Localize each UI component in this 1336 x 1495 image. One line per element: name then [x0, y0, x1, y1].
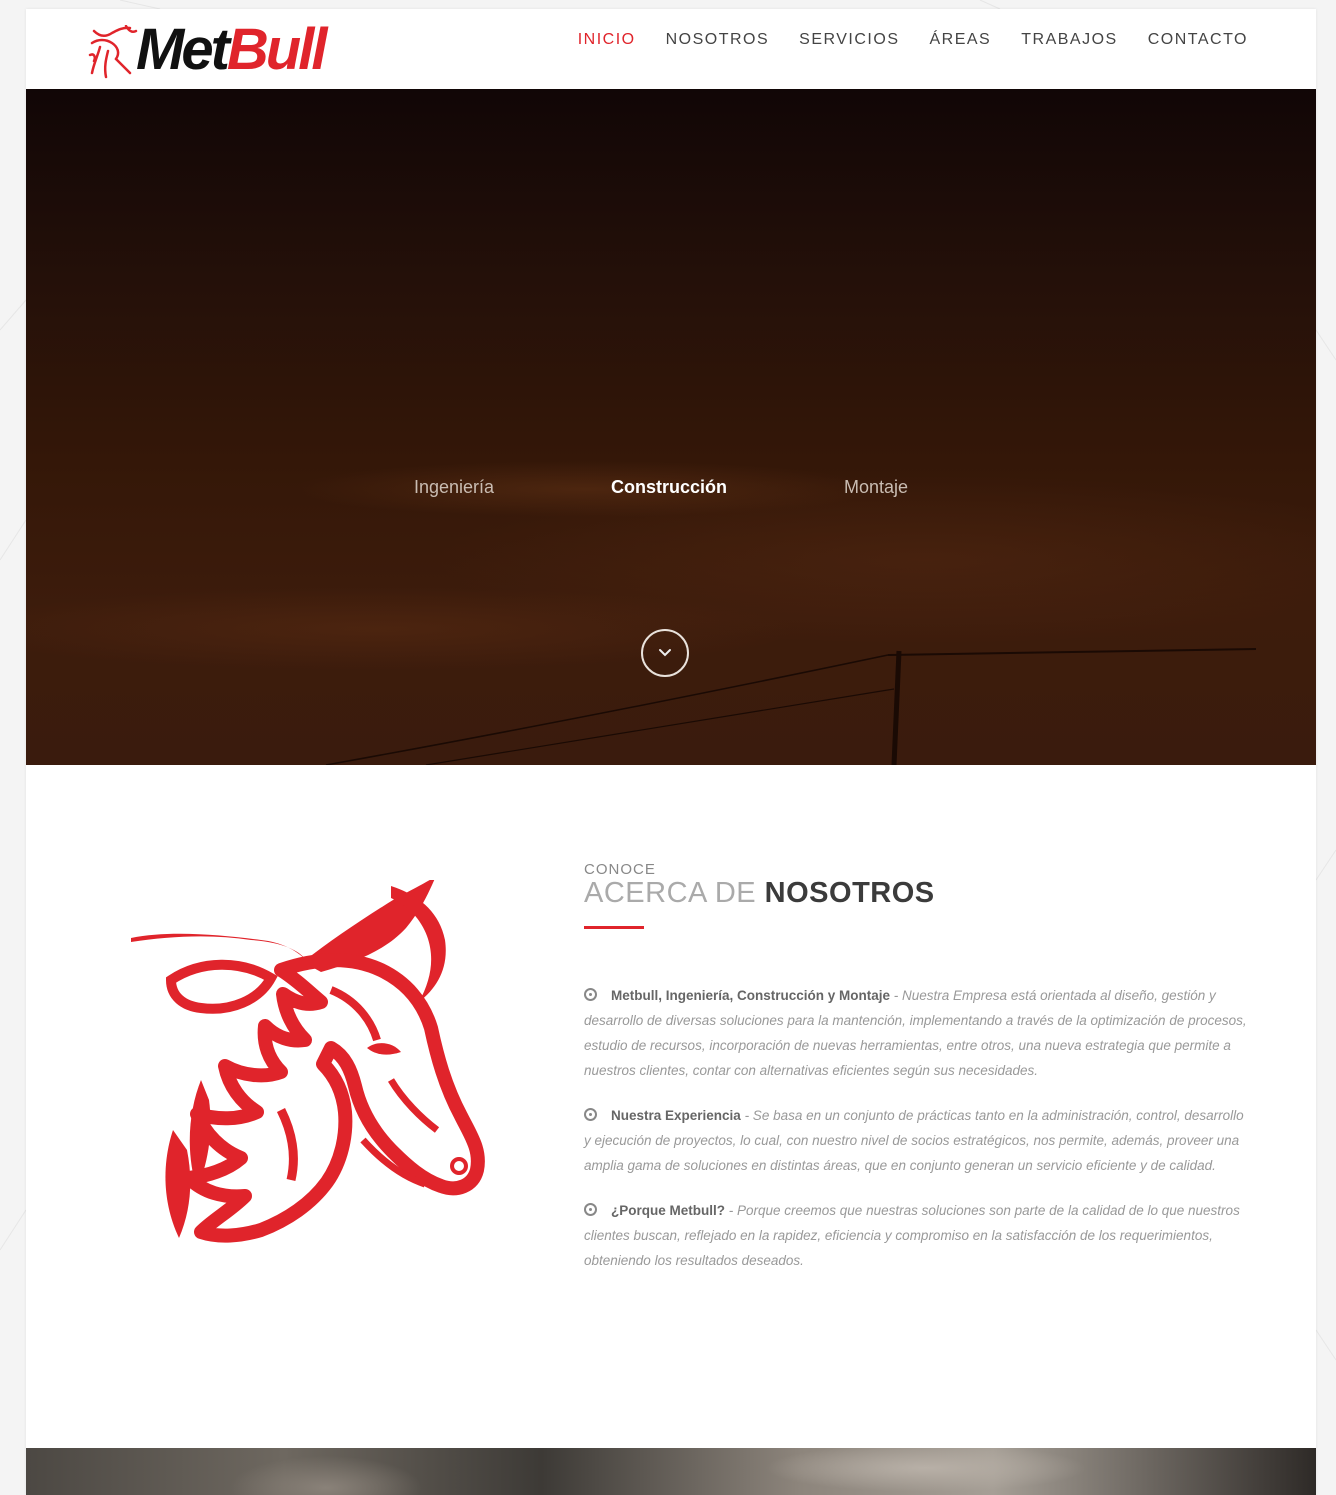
- bull-logo-icon: [88, 25, 138, 79]
- logo-text-bull: Bull: [226, 17, 328, 82]
- about-paragraph: Metbull, Ingeniería, Construcción y Mont…: [584, 983, 1254, 1083]
- target-icon: [584, 1203, 597, 1216]
- site-header: MetBull INICIO NOSOTROS SERVICIOS ÁREAS …: [26, 9, 1316, 89]
- hero-slide-tabs: Ingeniería Construcción Montaje: [26, 477, 1316, 507]
- about-title: ACERCA DE NOSOTROS: [584, 877, 935, 910]
- logo-text-met: Met: [136, 17, 230, 82]
- about-kicker: CONOCE: [584, 861, 656, 878]
- next-section-image: [26, 1448, 1316, 1495]
- about-title-bold: NOSOTROS: [764, 877, 935, 909]
- main-nav: INICIO NOSOTROS SERVICIOS ÁREAS TRABAJOS…: [578, 31, 1248, 49]
- scroll-down-button[interactable]: [641, 629, 689, 677]
- paragraph-lead: Nuestra Experiencia: [611, 1108, 741, 1123]
- nav-item-servicios[interactable]: SERVICIOS: [799, 31, 899, 49]
- bull-illustration: [131, 880, 485, 1243]
- chevron-down-icon: [659, 649, 671, 657]
- target-icon: [584, 1108, 597, 1121]
- title-underline: [584, 926, 644, 929]
- paragraph-lead: ¿Porque Metbull?: [611, 1203, 725, 1218]
- hero-tab-construccion[interactable]: Construcción: [611, 477, 727, 498]
- hero-slider: Ingeniería Construcción Montaje: [26, 89, 1316, 765]
- logo-wordmark: MetBull: [136, 17, 328, 82]
- target-icon: [584, 988, 597, 1001]
- about-paragraphs: Metbull, Ingeniería, Construcción y Mont…: [584, 983, 1254, 1293]
- hero-tab-montaje[interactable]: Montaje: [844, 477, 908, 498]
- nav-item-inicio[interactable]: INICIO: [578, 31, 636, 49]
- about-paragraph: ¿Porque Metbull? - Porque creemos que nu…: [584, 1198, 1254, 1273]
- about-section: CONOCE ACERCA DE NOSOTROS Metbull, Ingen…: [26, 765, 1316, 1445]
- nav-item-trabajos[interactable]: TRABAJOS: [1021, 31, 1117, 49]
- metbull-logo[interactable]: MetBull: [86, 19, 406, 81]
- about-title-light: ACERCA DE: [584, 877, 757, 909]
- nav-item-contacto[interactable]: CONTACTO: [1148, 31, 1248, 49]
- hero-tab-ingenieria[interactable]: Ingeniería: [414, 477, 494, 498]
- nav-item-nosotros[interactable]: NOSOTROS: [666, 31, 770, 49]
- nav-item-areas[interactable]: ÁREAS: [929, 31, 991, 49]
- paragraph-lead: Metbull, Ingeniería, Construcción y Mont…: [611, 988, 891, 1003]
- page-container: MetBull INICIO NOSOTROS SERVICIOS ÁREAS …: [26, 9, 1316, 1495]
- about-paragraph: Nuestra Experiencia - Se basa en un conj…: [584, 1103, 1254, 1178]
